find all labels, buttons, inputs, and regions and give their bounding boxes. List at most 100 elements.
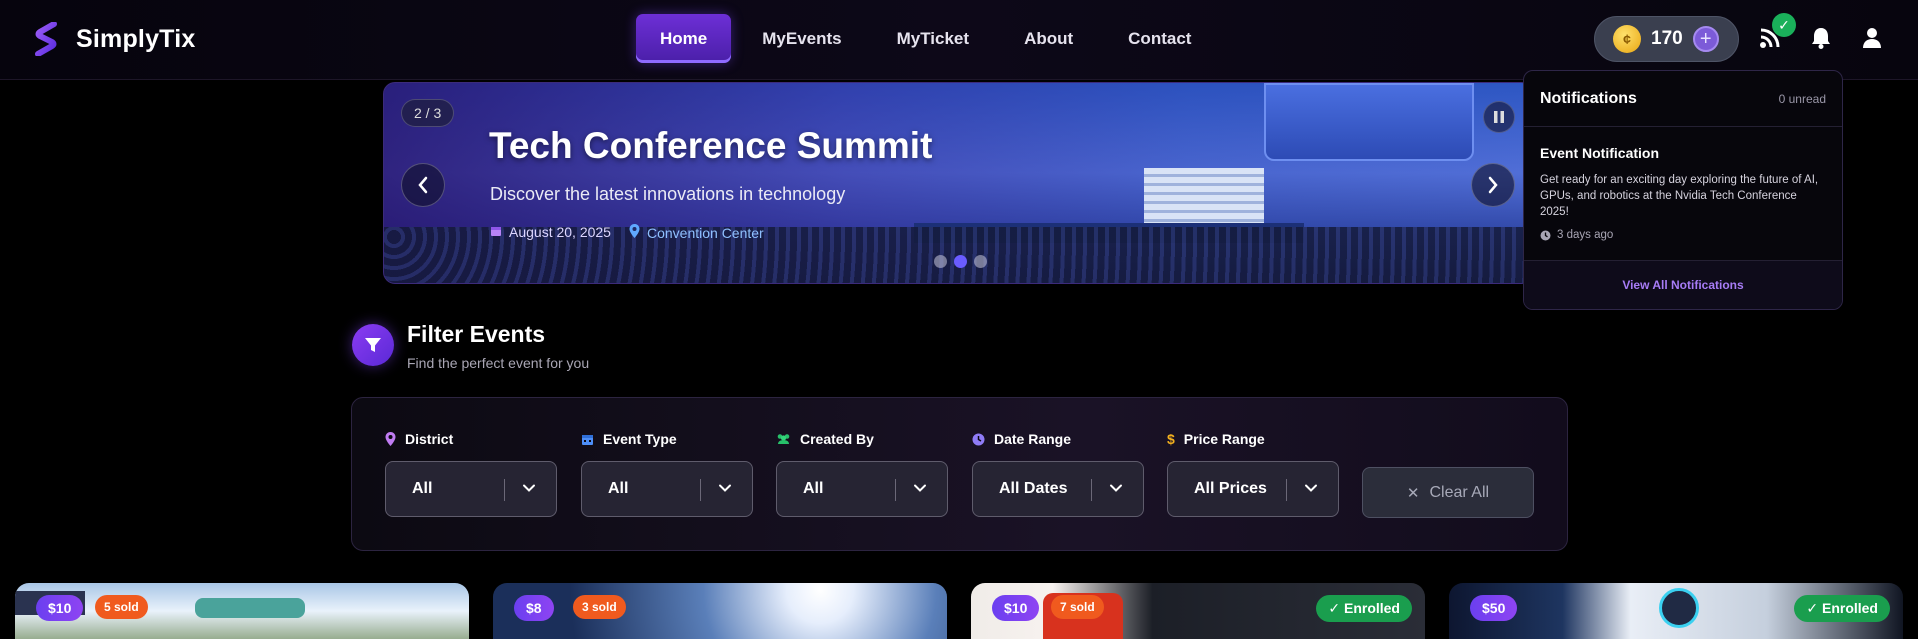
pause-button[interactable]	[1483, 101, 1515, 133]
notification-title: Event Notification	[1540, 145, 1660, 161]
district-value: All	[412, 480, 433, 497]
select-divider	[1091, 479, 1092, 501]
hero-meta: August 20, 2025 Convention Center	[490, 224, 764, 241]
filter-created-by: Created By All	[776, 430, 948, 517]
top-navbar: SimplyTix Home MyEvents MyTicket About C…	[0, 0, 1918, 80]
date-range-value: All Dates	[999, 480, 1068, 497]
slide-dot-2[interactable]	[954, 255, 967, 268]
chevron-down-icon	[1110, 484, 1122, 492]
status-check-badge: ✓	[1772, 13, 1796, 37]
notifications-button[interactable]	[1807, 24, 1835, 52]
notification-time: 3 days ago	[1540, 229, 1826, 241]
chevron-left-icon	[418, 176, 428, 194]
price-range-value: All Prices	[1194, 480, 1267, 497]
slide-indicators	[934, 255, 987, 268]
logo-s-icon	[35, 22, 57, 56]
filter-section-icon	[352, 324, 394, 366]
notifications-title: Notifications	[1540, 89, 1637, 107]
profile-button[interactable]	[1858, 24, 1886, 52]
view-all-notifications-link[interactable]: View All Notifications	[1524, 261, 1842, 309]
filter-date-range-label: Date Range	[972, 430, 1144, 448]
filter-event-type-label: Event Type	[581, 430, 753, 448]
hero-title: Tech Conference Summit	[489, 125, 933, 166]
notification-body: Get ready for an exciting day exploring …	[1540, 174, 1819, 218]
event-card[interactable]: $50 ✓ Enrolled	[1449, 583, 1903, 639]
hero-carousel: 2 / 3 Tech Conference Summit Discover th…	[383, 82, 1533, 284]
sold-badge: 7 sold	[1051, 595, 1104, 619]
filter-price-range: $ Price Range All Prices	[1167, 430, 1339, 517]
event-card[interactable]: $10 5 sold	[15, 583, 469, 639]
notification-item[interactable]: Event Notification Get ready for an exci…	[1524, 127, 1842, 261]
chevron-right-icon	[1488, 176, 1498, 194]
users-icon	[777, 434, 790, 444]
price-badge: $8	[514, 595, 554, 621]
notification-time-text: 3 days ago	[1557, 229, 1614, 241]
select-divider	[895, 479, 896, 501]
coin-balance-pill[interactable]: ¢ 170 +	[1594, 16, 1739, 62]
hero-subtitle: Discover the latest innovations in techn…	[490, 184, 846, 204]
filter-date-range: Date Range All Dates	[972, 430, 1144, 517]
card-image-robot	[1659, 588, 1699, 628]
slide-dot-3[interactable]	[974, 255, 987, 268]
event-type-value: All	[608, 480, 629, 497]
created-by-select[interactable]: All	[776, 461, 948, 517]
chevron-down-icon	[523, 484, 535, 492]
created-by-value: All	[803, 480, 824, 497]
close-icon: ✕	[1406, 484, 1420, 502]
next-slide-button[interactable]	[1471, 163, 1515, 207]
district-select[interactable]: All	[385, 461, 557, 517]
nav-home[interactable]: Home	[636, 14, 732, 63]
clock-icon	[972, 433, 985, 445]
pause-icon	[1494, 111, 1504, 123]
filter-district-label: District	[385, 430, 557, 448]
slide-dot-1[interactable]	[934, 255, 947, 268]
event-card[interactable]: $8 3 sold	[493, 583, 947, 639]
add-coins-button[interactable]: +	[1692, 26, 1719, 52]
select-divider	[1286, 479, 1287, 501]
date-range-select[interactable]: All Dates	[972, 461, 1144, 517]
prev-slide-button[interactable]	[401, 163, 445, 207]
slide-counter: 2 / 3	[401, 99, 455, 127]
coin-balance: 170	[1651, 28, 1683, 49]
unread-count: 0 unread	[1778, 91, 1826, 106]
filter-created-by-text: Created By	[800, 431, 874, 447]
user-icon	[1863, 28, 1881, 48]
coin-icon: ¢	[1613, 25, 1641, 53]
hero-date-text: August 20, 2025	[509, 224, 611, 240]
brand-name: SimplyTix	[76, 24, 196, 53]
hero-location-text: Convention Center	[646, 225, 764, 241]
filter-created-by-label: Created By	[776, 430, 948, 448]
filter-subtitle: Find the perfect event for you	[407, 355, 590, 371]
card-image-vehicle	[195, 598, 305, 618]
calendar-icon	[490, 224, 502, 240]
map-pin-icon	[629, 224, 640, 241]
calendar-icon	[582, 434, 593, 445]
notifications-dropdown: Notifications 0 unread Event Notificatio…	[1523, 70, 1843, 310]
chevron-down-icon	[719, 484, 731, 492]
sold-badge: 3 sold	[573, 595, 626, 619]
price-range-select[interactable]: All Prices	[1167, 461, 1339, 517]
nav-about[interactable]: About	[1000, 14, 1097, 63]
filter-district: District All	[385, 430, 557, 517]
map-pin-icon	[385, 432, 396, 446]
event-type-select[interactable]: All	[581, 461, 753, 517]
brand-logo[interactable]: SimplyTix	[34, 22, 195, 56]
chevron-down-icon	[914, 484, 926, 492]
hero-image-screen	[1264, 83, 1474, 161]
price-badge: $10	[992, 595, 1040, 621]
clock-icon	[1540, 230, 1551, 240]
nav-myevents[interactable]: MyEvents	[738, 14, 865, 63]
select-divider	[504, 479, 505, 501]
nav-myticket[interactable]: MyTicket	[873, 14, 993, 63]
sold-badge: 5 sold	[95, 595, 148, 619]
price-badge: $10	[36, 595, 84, 621]
clear-all-label: Clear All	[1429, 483, 1490, 501]
event-card[interactable]: $10 7 sold ✓ Enrolled	[971, 583, 1425, 639]
filter-event-type: Event Type All	[581, 430, 753, 517]
nav-contact[interactable]: Contact	[1104, 14, 1215, 63]
filter-district-text: District	[405, 431, 454, 447]
filter-price-range-label: $ Price Range	[1167, 430, 1339, 448]
hero-date: August 20, 2025	[490, 224, 611, 241]
clear-all-button[interactable]: ✕ Clear All	[1362, 467, 1534, 518]
main-nav: Home MyEvents MyTicket About Contact	[636, 14, 1222, 63]
